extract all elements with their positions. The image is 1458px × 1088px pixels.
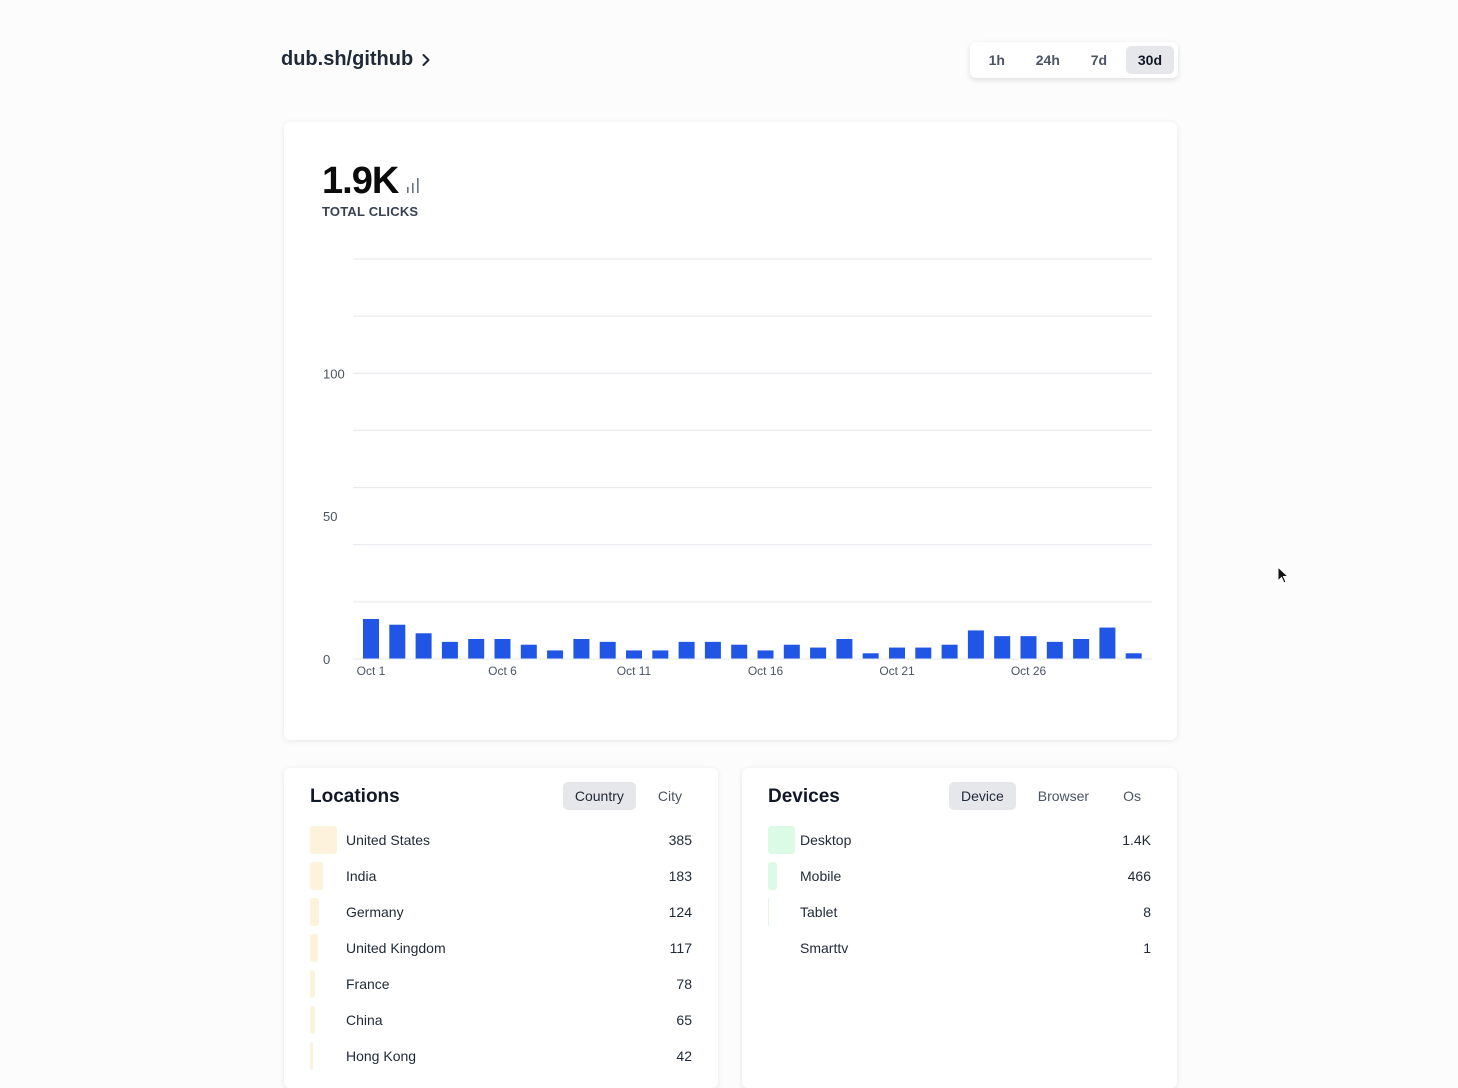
device-value: 1.4K: [1122, 832, 1151, 848]
chart-bar[interactable]: [679, 642, 695, 659]
device-value: 1: [1143, 940, 1151, 956]
page-header: dub.sh/github 1h 24h 7d 30d: [281, 40, 1178, 80]
chart-bar[interactable]: [968, 630, 984, 659]
location-name: Hong Kong: [310, 1048, 416, 1064]
chart-bar[interactable]: [468, 639, 484, 659]
tab-city[interactable]: City: [646, 782, 694, 810]
chart-bar[interactable]: [389, 625, 405, 659]
chart-bar[interactable]: [731, 645, 747, 659]
x-tick-label: Oct 26: [1011, 664, 1047, 678]
chart-bar[interactable]: [1073, 639, 1089, 659]
location-name: France: [310, 976, 390, 992]
tab-device[interactable]: Device: [949, 782, 1016, 810]
location-name: India: [310, 868, 376, 884]
chart-bar[interactable]: [863, 653, 879, 659]
locations-list: United States 385 India 183 Germany 124 United…: [310, 826, 692, 1078]
location-value: 385: [669, 832, 692, 848]
x-tick-label: Oct 11: [617, 664, 652, 678]
link-breadcrumb[interactable]: dub.sh/github: [281, 48, 433, 71]
chart-bar[interactable]: [836, 639, 852, 659]
range-7d-button[interactable]: 7d: [1076, 46, 1122, 74]
chart-bar[interactable]: [626, 650, 642, 659]
x-tick-label: Oct 21: [879, 664, 915, 678]
chevron-right-icon: [419, 53, 433, 67]
chart-bar[interactable]: [573, 639, 589, 659]
device-row[interactable]: Tablet 8: [768, 898, 1151, 926]
location-row[interactable]: Germany 124: [310, 898, 692, 926]
location-value: 124: [669, 904, 692, 920]
chart-bar[interactable]: [705, 642, 721, 659]
range-1h-button[interactable]: 1h: [974, 46, 1020, 74]
location-name: Germany: [310, 904, 404, 920]
location-name: United Kingdom: [310, 940, 446, 956]
x-tick-label: Oct 6: [488, 664, 517, 678]
device-name: Tablet: [768, 904, 837, 920]
chart-bar[interactable]: [994, 636, 1010, 659]
chart-bar[interactable]: [363, 619, 379, 659]
range-30d-button[interactable]: 30d: [1126, 46, 1174, 74]
tab-browser[interactable]: Browser: [1026, 782, 1101, 810]
location-row[interactable]: United Kingdom 117: [310, 934, 692, 962]
location-row[interactable]: China 65: [310, 1006, 692, 1034]
location-value: 65: [676, 1012, 692, 1028]
location-value: 117: [670, 940, 692, 956]
chart-bar[interactable]: [1126, 653, 1142, 659]
device-row[interactable]: Mobile 466: [768, 862, 1151, 890]
locations-tabs: Country City: [563, 782, 694, 810]
devices-tabs: Device Browser Os: [949, 782, 1153, 810]
chart-bar[interactable]: [442, 642, 458, 659]
chart-bar[interactable]: [495, 639, 511, 659]
devices-title: Devices: [768, 786, 840, 808]
range-24h-button[interactable]: 24h: [1024, 46, 1072, 74]
chart-bar[interactable]: [758, 650, 774, 659]
chart-bar[interactable]: [1099, 628, 1115, 659]
clicks-chart-card: 1.9K TOTAL CLICKS 050100Oct 1Oct 6Oct 11…: [284, 122, 1177, 740]
chart-bar[interactable]: [547, 650, 563, 659]
chart-bar[interactable]: [652, 650, 668, 659]
chart-bar[interactable]: [1047, 642, 1063, 659]
location-value: 183: [669, 868, 692, 884]
chart-bar[interactable]: [915, 648, 931, 659]
device-row[interactable]: Desktop 1.4K: [768, 826, 1151, 854]
location-row[interactable]: India 183: [310, 862, 692, 890]
devices-panel: Devices Device Browser Os Desktop 1.4K Mob…: [742, 768, 1177, 1088]
device-name: Desktop: [768, 832, 851, 848]
chart-bar[interactable]: [889, 648, 905, 659]
tab-country[interactable]: Country: [563, 782, 636, 810]
time-range-selector: 1h 24h 7d 30d: [970, 42, 1178, 78]
device-value: 466: [1128, 868, 1151, 884]
device-row[interactable]: Smarttv 1: [768, 934, 1151, 962]
device-name: Smarttv: [768, 940, 848, 956]
chart-bar[interactable]: [416, 633, 432, 659]
chart-bar[interactable]: [521, 645, 537, 659]
x-tick-label: Oct 16: [748, 664, 784, 678]
y-tick-label: 100: [323, 366, 345, 381]
tab-os[interactable]: Os: [1111, 782, 1153, 810]
chart-bar[interactable]: [942, 645, 958, 659]
device-value: 8: [1143, 904, 1151, 920]
location-row[interactable]: United States 385: [310, 826, 692, 854]
chart-bar[interactable]: [810, 648, 826, 659]
y-tick-label: 0: [323, 652, 330, 667]
mouse-cursor-icon: [1277, 566, 1289, 584]
chart-bar[interactable]: [784, 645, 800, 659]
location-row[interactable]: France 78: [310, 970, 692, 998]
location-value: 42: [676, 1048, 692, 1064]
devices-list: Desktop 1.4K Mobile 466 Tablet 8 Smarttv 1: [768, 826, 1151, 970]
location-value: 78: [676, 976, 692, 992]
clicks-bar-chart: 0 50 100 Oct 1 Oct 6 Oct 11 Oct 16 Oct 21 Oct 26: [284, 122, 1177, 740]
device-name: Mobile: [768, 868, 841, 884]
location-name: China: [310, 1012, 383, 1028]
locations-title: Locations: [310, 786, 400, 808]
link-name: dub.sh/github: [281, 48, 413, 71]
location-row[interactable]: Hong Kong 42: [310, 1042, 692, 1070]
chart-bar[interactable]: [600, 642, 616, 659]
chart-bar[interactable]: [1021, 636, 1037, 659]
locations-panel: Locations Country City United States 385 I…: [284, 768, 718, 1088]
y-tick-label: 50: [323, 509, 337, 524]
location-name: United States: [310, 832, 430, 848]
x-tick-label: Oct 1: [357, 664, 386, 678]
